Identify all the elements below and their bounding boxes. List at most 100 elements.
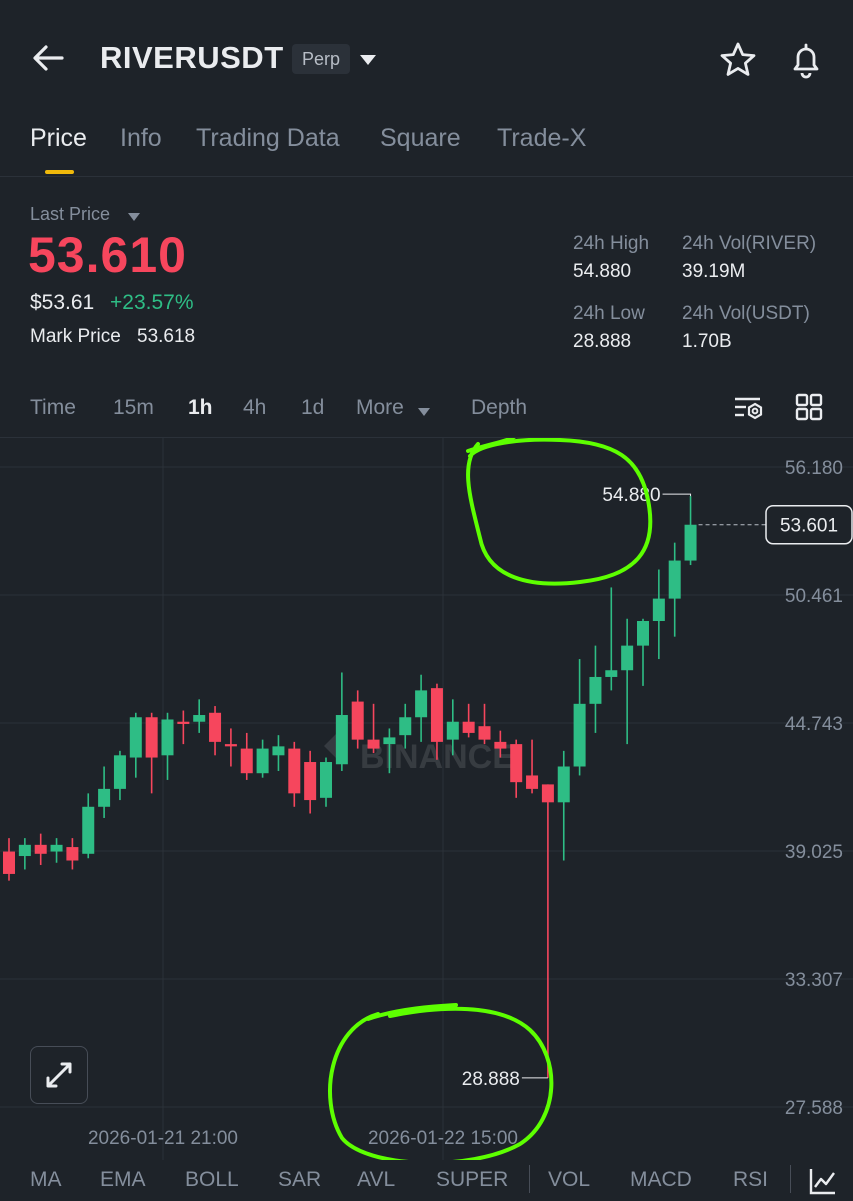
candle-body — [145, 717, 158, 758]
interval-more[interactable]: More — [356, 396, 404, 420]
tab-info[interactable]: Info — [120, 124, 162, 153]
caret-down-icon[interactable] — [417, 404, 431, 416]
stat-24h-low-label: 24h Low — [573, 303, 645, 324]
candle-body — [621, 645, 634, 671]
candle-body — [415, 690, 428, 718]
indicator-rsi[interactable]: RSI — [733, 1168, 768, 1192]
candle-body — [652, 598, 665, 622]
candle-body — [510, 744, 523, 783]
interval-15m[interactable]: 15m — [113, 396, 154, 420]
candle-body — [383, 737, 396, 745]
candle-body — [240, 748, 253, 774]
candle-body — [50, 844, 63, 852]
last-price-label[interactable]: Last Price — [30, 204, 110, 225]
stat-24h-high-label: 24h High — [573, 233, 650, 254]
candle-body — [668, 560, 681, 599]
high-annotation: 54.880 — [602, 485, 660, 506]
tab-trade-x[interactable]: Trade-X — [497, 124, 586, 153]
tab-trading-data[interactable]: Trading Data — [196, 124, 340, 153]
indicator-ema[interactable]: EMA — [100, 1168, 146, 1192]
y-tick-label: 50.461 — [785, 586, 843, 607]
usd-price: $53.61 — [30, 291, 95, 314]
stat-24h-vol-base-value: 39.19M — [682, 261, 746, 282]
active-tab-indicator — [45, 170, 74, 174]
back-arrow-icon[interactable] — [28, 38, 68, 78]
candle-body — [446, 721, 459, 740]
tab-price[interactable]: Price — [30, 124, 87, 153]
candle-body — [320, 762, 332, 798]
candle-body — [557, 766, 570, 803]
bell-icon[interactable] — [786, 40, 826, 80]
mark-price-label: Mark Price — [30, 326, 121, 347]
candle-body — [637, 621, 649, 646]
interval-4h[interactable]: 4h — [243, 396, 266, 420]
tab-square[interactable]: Square — [380, 124, 461, 153]
layout-grid-icon[interactable] — [794, 392, 824, 422]
divider — [529, 1165, 530, 1193]
stat-24h-vol-quote-label: 24h Vol(USDT) — [682, 303, 810, 324]
indicator-boll[interactable]: BOLL — [185, 1168, 239, 1192]
candle-body — [224, 744, 237, 747]
candle-body — [494, 741, 507, 749]
stat-24h-vol-base-label: 24h Vol(RIVER) — [682, 233, 817, 254]
high-annotation-line — [662, 493, 692, 497]
candle-body — [304, 762, 317, 801]
last-price-value: 53.610 — [28, 227, 187, 283]
y-tick-label: 56.180 — [785, 458, 843, 479]
candle-body — [3, 851, 15, 874]
y-tick-label: 33.307 — [785, 970, 843, 991]
low-annotation: 28.888 — [462, 1069, 520, 1090]
indicator-sar[interactable]: SAR — [278, 1168, 321, 1192]
interval-1h[interactable]: 1h — [188, 396, 213, 420]
top-bar: RIVERUSDT Perp — [0, 0, 853, 110]
y-tick-label: 27.588 — [785, 1098, 843, 1119]
price-change-percent: +23.57% — [110, 291, 194, 314]
interval-1d[interactable]: 1d — [301, 396, 324, 420]
divider — [0, 176, 853, 177]
candle-body — [193, 715, 206, 722]
candle-body — [129, 717, 142, 758]
caret-down-icon[interactable] — [127, 209, 141, 221]
candle-body — [82, 806, 95, 854]
symbol-title[interactable]: RIVERUSDT — [100, 40, 284, 76]
candle-body — [589, 676, 602, 704]
candle-body — [605, 670, 618, 677]
candle-body — [177, 721, 190, 724]
candle-body — [399, 717, 412, 736]
depth-tab[interactable]: Depth — [471, 396, 527, 420]
perp-badge: Perp — [292, 44, 351, 74]
star-icon[interactable] — [718, 40, 758, 80]
candle-body — [209, 712, 222, 742]
candle-body — [462, 721, 475, 733]
green-highlight-scribbles — [328, 438, 653, 1160]
y-tick-label: 39.025 — [785, 842, 843, 863]
candle-body — [98, 788, 111, 807]
candle-body — [113, 755, 126, 789]
candle-body — [161, 719, 174, 756]
fullscreen-button[interactable] — [30, 1046, 88, 1104]
candle-body — [573, 703, 586, 767]
indicator-avl[interactable]: AVL — [357, 1168, 395, 1192]
indicator-ma[interactable]: MA — [30, 1168, 62, 1192]
watermark: BINANCE — [324, 734, 515, 776]
chart-settings-icon[interactable] — [732, 392, 766, 426]
candle-body — [367, 739, 380, 749]
candle-body — [18, 844, 31, 857]
stat-24h-vol-quote-value: 1.70B — [682, 331, 732, 352]
candle-body — [541, 784, 554, 803]
candle-body — [288, 748, 301, 794]
indicator-vol[interactable]: VOL — [548, 1168, 590, 1192]
caret-down-icon[interactable] — [358, 50, 378, 70]
indicator-super[interactable]: SUPER — [436, 1168, 508, 1192]
indicator-macd[interactable]: MACD — [630, 1168, 692, 1192]
candle-body — [684, 524, 697, 561]
candlestick-chart[interactable]: BINANCE 56.180 50.461 44.743 39.025 33.307 27… — [0, 438, 853, 1160]
interval-time[interactable]: Time — [30, 396, 76, 420]
candle-body — [351, 701, 364, 740]
candle-body — [526, 775, 539, 789]
indicator-chart-icon[interactable] — [808, 1166, 838, 1196]
candle-body — [272, 746, 285, 756]
mark-price-value: 53.618 — [137, 326, 196, 347]
chart-grid — [0, 438, 853, 1160]
candle-body — [335, 715, 348, 765]
